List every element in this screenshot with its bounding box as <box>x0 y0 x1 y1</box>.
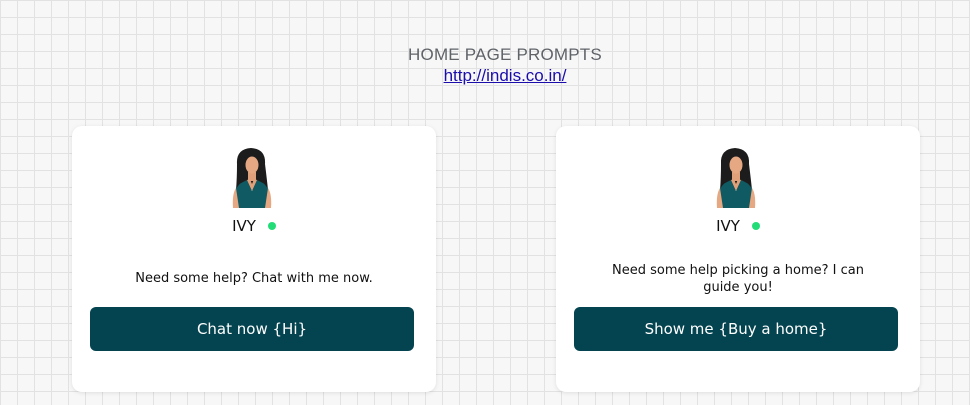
woman-avatar-icon <box>716 148 756 208</box>
page-title: HOME PAGE PROMPTS <box>408 45 602 64</box>
prompt-message: Need some help? Chat with me now. <box>135 271 373 286</box>
prompt-message: Need some help picking a home? I can gui… <box>612 263 864 295</box>
prompt-card-buy-home: IVY Need some help picking a home? I can… <box>556 126 920 392</box>
agent-name: IVY <box>716 217 740 235</box>
online-status-dot <box>751 221 760 230</box>
page-header: HOME PAGE PROMPTS http://indis.co.in/ <box>0 45 970 87</box>
chat-now-button[interactable]: Chat now {Hi} <box>90 307 414 351</box>
agent-name: IVY <box>232 217 256 235</box>
woman-avatar-icon <box>232 148 272 208</box>
show-me-button[interactable]: Show me {Buy a home} <box>574 307 898 351</box>
site-link[interactable]: http://indis.co.in/ <box>444 65 567 87</box>
agent-name-row: IVY <box>72 216 436 236</box>
prompt-card-chat: IVY Need some help? Chat with me now. Ch… <box>72 126 436 392</box>
online-status-dot <box>267 221 276 230</box>
agent-name-row: IVY <box>556 216 920 236</box>
